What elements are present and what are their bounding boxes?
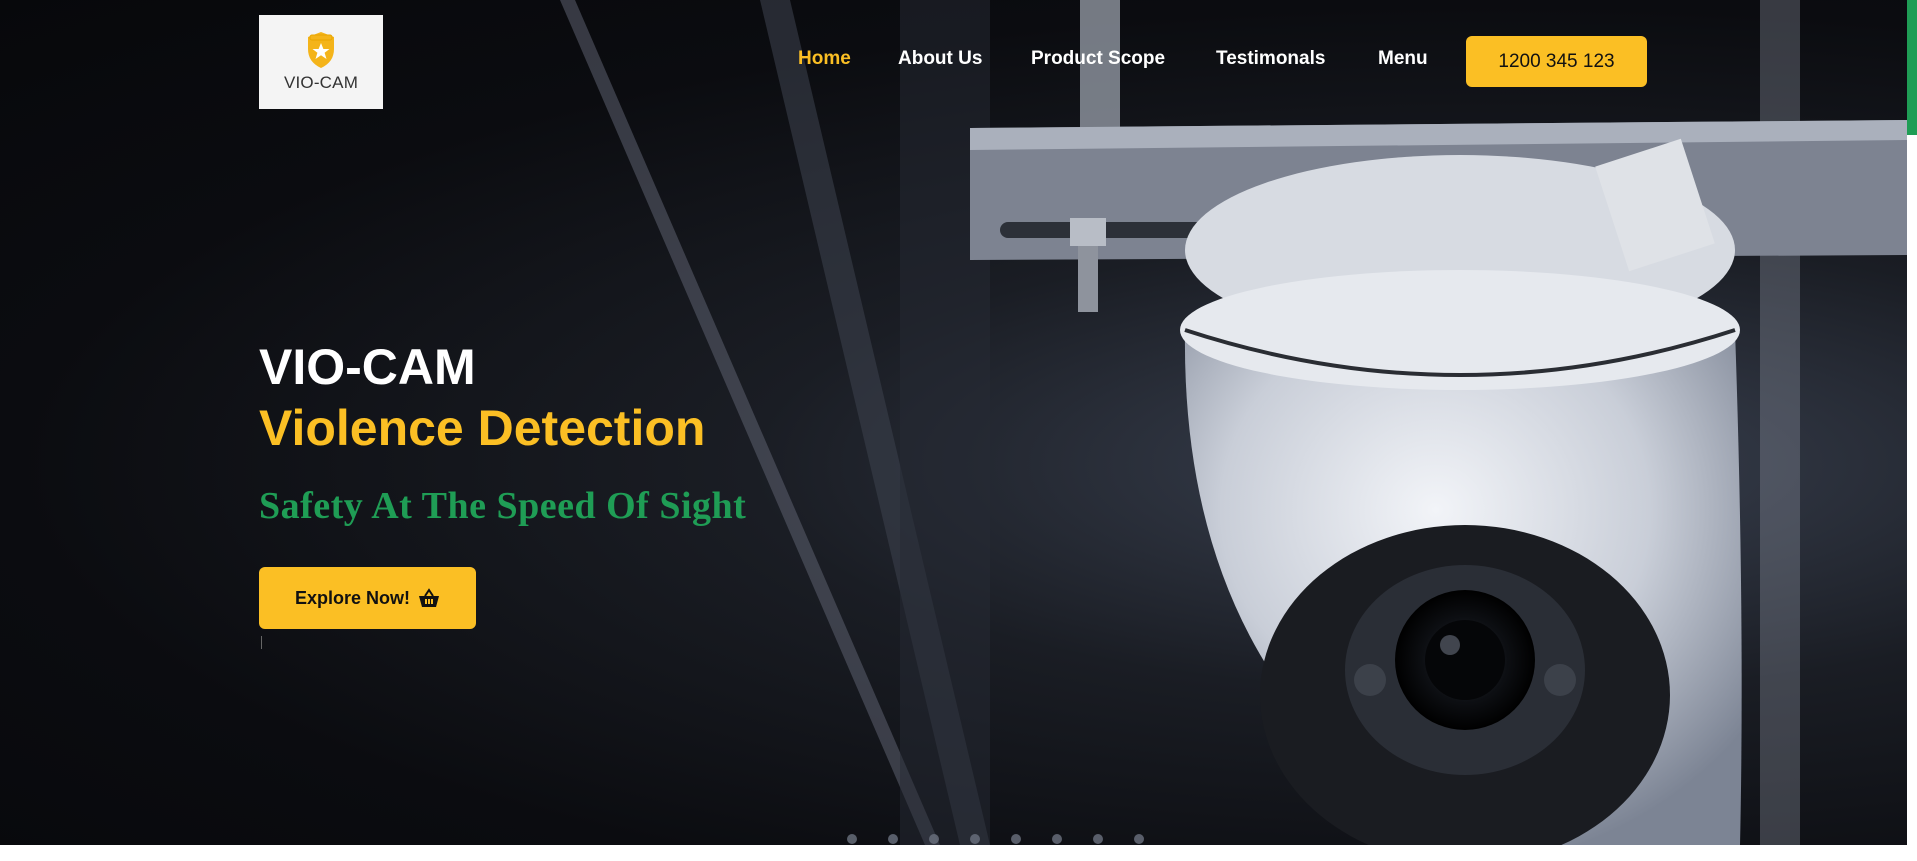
- text-cursor: [261, 636, 262, 649]
- slider-dot[interactable]: [1011, 834, 1021, 844]
- slider-dot[interactable]: [1052, 834, 1062, 844]
- nav-about-us[interactable]: About Us: [898, 48, 982, 70]
- nav-product-scope[interactable]: Product Scope: [1031, 48, 1165, 70]
- nav-testimonals[interactable]: Testimonals: [1216, 48, 1325, 70]
- site-logo[interactable]: VIO-CAM: [259, 15, 383, 109]
- hero-tagline: Safety At The Speed Of Sight: [259, 485, 747, 527]
- nav-menu[interactable]: Menu: [1378, 48, 1428, 70]
- police-badge-icon: [308, 32, 334, 68]
- slider-dot[interactable]: [1134, 834, 1144, 844]
- phone-button[interactable]: 1200 345 123: [1466, 36, 1647, 87]
- explore-now-label: Explore Now!: [294, 587, 410, 608]
- logo-text: VIO-CAM: [283, 73, 359, 92]
- hero-title: VIO-CAM: [259, 339, 476, 395]
- slider-dot[interactable]: [888, 834, 898, 844]
- slider-dot[interactable]: [1093, 834, 1103, 844]
- slider-dot[interactable]: [929, 834, 939, 844]
- scrollbar-thumb[interactable]: [1907, 0, 1917, 135]
- slider-dot[interactable]: [970, 834, 980, 844]
- slider-dot[interactable]: [847, 834, 857, 844]
- nav-home[interactable]: Home: [798, 48, 851, 70]
- basket-icon: [419, 588, 439, 607]
- explore-now-button[interactable]: Explore Now!: [259, 567, 476, 629]
- hero-subtitle: Violence Detection: [259, 400, 706, 456]
